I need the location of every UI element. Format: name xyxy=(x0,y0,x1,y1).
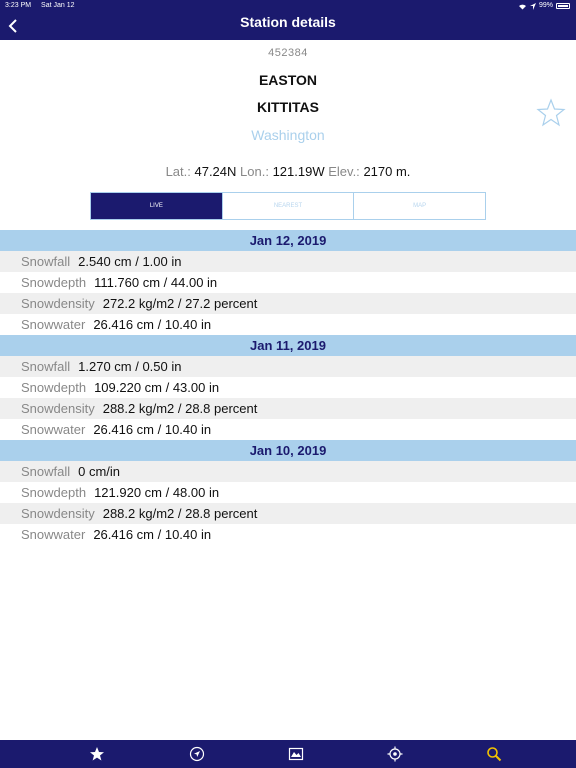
date-header: Jan 10, 2019 xyxy=(0,440,576,461)
row-label: Snowdensity xyxy=(21,401,95,416)
data-row: Snowdepth 109.220 cm / 43.00 in xyxy=(0,377,576,398)
status-time: 3:23 PM xyxy=(5,2,32,9)
data-row: Snowdensity 272.2 kg/m2 / 27.2 percent xyxy=(0,293,576,314)
map-icon[interactable] xyxy=(288,746,304,762)
row-label: Snowdepth xyxy=(21,485,87,500)
page-title: Station details xyxy=(240,14,336,30)
data-row: Snowdepth 111.760 cm / 44.00 in xyxy=(0,272,576,293)
star-icon[interactable] xyxy=(89,746,105,762)
row-value: 0 cm/in xyxy=(78,464,121,479)
row-value: 2.540 cm / 1.00 in xyxy=(78,254,182,269)
data-row: Snowdensity 288.2 kg/m2 / 28.8 percent xyxy=(0,398,576,419)
battery-icon xyxy=(556,3,570,9)
row-label: Snowwater xyxy=(21,527,86,542)
station-name: EASTON xyxy=(258,72,318,88)
row-value: 272.2 kg/m2 / 27.2 percent xyxy=(102,296,258,311)
status-bar: 3:23 PM Sat Jan 12 99% xyxy=(0,0,576,12)
search-icon[interactable] xyxy=(486,746,502,762)
row-value: 111.760 cm / 44.00 in xyxy=(94,275,218,290)
row-label: Snowfall xyxy=(21,254,71,269)
row-value: 26.416 cm / 10.40 in xyxy=(93,317,212,332)
date-header: Jan 12, 2019 xyxy=(0,230,576,251)
location-arrow-icon[interactable] xyxy=(189,746,205,762)
row-label: Snowdepth xyxy=(21,380,87,395)
day-rows: Snowfall 2.540 cm / 1.00 in Snowdepth 111.… xyxy=(0,251,576,335)
row-value: 109.220 cm / 43.00 in xyxy=(94,380,220,395)
data-row: Snowwater 26.416 cm / 10.40 in xyxy=(0,524,576,545)
row-value: 1.270 cm / 0.50 in xyxy=(78,359,182,374)
top-bar: 3:23 PM Sat Jan 12 99% Station details xyxy=(0,0,576,40)
data-row: Snowwater 26.416 cm / 10.40 in xyxy=(0,419,576,440)
status-date: Sat Jan 12 xyxy=(41,2,75,9)
row-value: 26.416 cm / 10.40 in xyxy=(93,527,212,542)
row-value: 26.416 cm / 10.40 in xyxy=(93,422,212,437)
day-rows: Snowfall 0 cm/in Snowdepth 121.920 cm / 48… xyxy=(0,461,576,545)
coordinates-line: Lat.: 47.24N Lon.: 121.19W Elev.: 2170 m… xyxy=(0,164,576,179)
lat-value: 47.24N xyxy=(194,164,237,179)
data-row: Snowdepth 121.920 cm / 48.00 in xyxy=(0,482,576,503)
row-value: 121.920 cm / 48.00 in xyxy=(94,485,220,500)
elev-value: 2170 m. xyxy=(363,164,411,179)
day-section: Jan 12, 2019 Snowfall 2.540 cm / 1.00 in … xyxy=(0,230,576,335)
station-id: 452384 xyxy=(268,47,308,59)
favorite-star-icon[interactable] xyxy=(536,98,566,128)
row-value: 288.2 kg/m2 / 28.8 percent xyxy=(102,506,258,521)
day-section: Jan 11, 2019 Snowfall 1.270 cm / 0.50 in … xyxy=(0,335,576,440)
row-label: Snowdensity xyxy=(21,506,95,521)
segmented-control: LIVE NEAREST MAP xyxy=(90,192,486,220)
battery-percent: 99% xyxy=(538,2,553,9)
day-section: Jan 10, 2019 Snowfall 0 cm/in Snowdepth 12… xyxy=(0,440,576,545)
row-label: Snowdensity xyxy=(21,296,95,311)
row-label: Snowwater xyxy=(21,422,86,437)
bottom-tab-bar xyxy=(0,740,576,768)
lon-value: 121.19W xyxy=(272,164,325,179)
data-row: Snowwater 26.416 cm / 10.40 in xyxy=(0,314,576,335)
data-row: Snowfall 1.270 cm / 0.50 in xyxy=(0,356,576,377)
station-county: KITTITAS xyxy=(257,99,319,115)
lat-label: Lat.: xyxy=(165,164,191,179)
data-row: Snowdensity 288.2 kg/m2 / 28.8 percent xyxy=(0,503,576,524)
station-state: Washington xyxy=(251,127,325,143)
tab-map[interactable]: MAP xyxy=(353,193,485,219)
crosshair-icon[interactable] xyxy=(387,746,403,762)
wifi-icon xyxy=(518,4,526,9)
date-header: Jan 11, 2019 xyxy=(0,335,576,356)
data-row: Snowfall 2.540 cm / 1.00 in xyxy=(0,251,576,272)
row-label: Snowfall xyxy=(21,464,71,479)
row-label: Snowfall xyxy=(21,359,71,374)
row-value: 288.2 kg/m2 / 28.8 percent xyxy=(102,401,258,416)
tab-nearest[interactable]: NEAREST xyxy=(221,193,354,219)
data-row: Snowfall 0 cm/in xyxy=(0,461,576,482)
elev-label: Elev.: xyxy=(328,164,360,179)
tab-live[interactable]: LIVE xyxy=(91,193,222,219)
location-status-icon xyxy=(529,2,536,10)
snow-data-list: Jan 12, 2019 Snowfall 2.540 cm / 1.00 in … xyxy=(0,230,576,545)
day-rows: Snowfall 1.270 cm / 0.50 in Snowdepth 109.… xyxy=(0,356,576,440)
lon-label: Lon.: xyxy=(240,164,269,179)
row-label: Snowwater xyxy=(21,317,86,332)
row-label: Snowdepth xyxy=(21,275,87,290)
